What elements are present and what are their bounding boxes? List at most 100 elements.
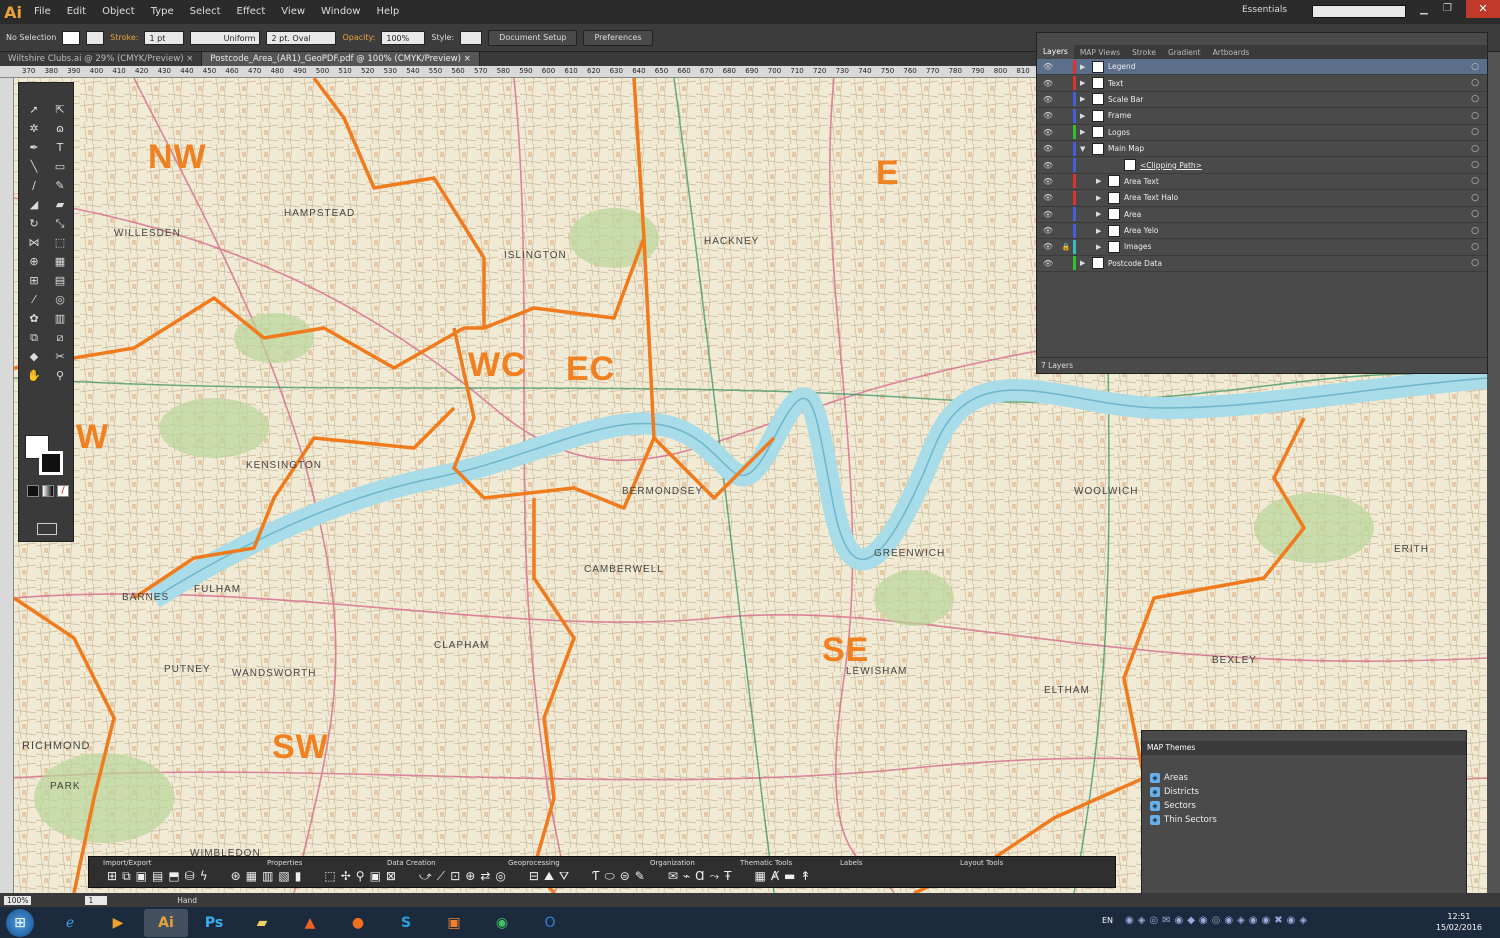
none-button[interactable]: ∕ [57, 485, 69, 497]
database-icon[interactable]: ⛁ [185, 869, 195, 884]
clock[interactable]: 12:51 15/02/2016 [1436, 911, 1482, 933]
stroke-weight-field[interactable]: 1 pt [144, 30, 185, 45]
vlc-icon[interactable]: ▲ [288, 909, 332, 937]
workspace-switcher[interactable]: Essentials [1242, 5, 1287, 15]
green-app-icon[interactable]: ◉ [480, 909, 524, 937]
thematic-chart-icon[interactable]: ⊜ [620, 869, 630, 884]
gradient-icon[interactable]: ▤ [49, 272, 71, 289]
layer-row[interactable]: 👁 ▶ Frame ○ [1037, 108, 1487, 125]
label-type-icon[interactable]: Ŧ [724, 869, 731, 884]
menu-edit[interactable]: Edit [59, 0, 94, 24]
tab-stroke[interactable]: Stroke [1126, 48, 1162, 57]
media-player-icon[interactable]: ▶ [96, 909, 140, 937]
perspective-icon[interactable]: ▦ [49, 253, 71, 270]
pin-icon[interactable]: ⚲ [356, 869, 365, 884]
firefox-icon[interactable]: ● [336, 909, 380, 937]
blob-brush-icon[interactable]: ◢ [23, 196, 45, 213]
eraser-tool-icon[interactable]: ◆ [23, 348, 45, 365]
lasso-icon[interactable]: ɷ [49, 120, 71, 137]
layer-row[interactable]: 👁 ▶ Area ○ [1037, 207, 1487, 223]
map-views-icon[interactable]: ⛰ [544, 869, 554, 884]
close-icon[interactable]: ✕ [1466, 0, 1500, 18]
opacity-label[interactable]: Opacity: [342, 33, 375, 42]
eyedropper-icon[interactable]: ⁄ [23, 291, 45, 308]
import-data-icon[interactable]: ▣ [136, 869, 147, 884]
tray-icons[interactable]: ◉◈◎✉◉◆◉◎◉◈◉◉✖◉◈ [1125, 915, 1311, 926]
layer-row[interactable]: 👁 ▶ Text ○ [1037, 75, 1487, 92]
visibility-eye-icon[interactable]: 👁 [1037, 259, 1059, 268]
expand-triangle-icon[interactable]: ▼ [1080, 145, 1092, 153]
outlook-icon[interactable]: O [528, 909, 572, 937]
thematic-pen-icon[interactable]: ✎ [635, 869, 645, 884]
line-tool-icon[interactable]: ╲ [23, 158, 45, 175]
target-icon[interactable]: ○ [1463, 127, 1487, 137]
target-icon[interactable]: ○ [1463, 209, 1487, 219]
lock-icon[interactable]: 🔒 [1059, 243, 1073, 251]
expand-triangle-icon[interactable]: ▶ [1096, 243, 1108, 251]
free-transform-icon[interactable]: ⬚ [49, 234, 71, 251]
layer-row[interactable]: 👁 ▶ Postcode Data ○ [1037, 256, 1487, 273]
target-icon[interactable]: ○ [1463, 78, 1487, 88]
tab-layers[interactable]: Layers [1037, 45, 1074, 59]
target-icon[interactable]: ○ [1463, 258, 1487, 268]
select-attr-icon[interactable]: ▧ [278, 869, 289, 884]
rectangle-tool-icon[interactable]: ▭ [49, 158, 71, 175]
clip-icon[interactable]: ⊡ [450, 869, 460, 884]
layer-row[interactable]: 👁 ▶ Area Yelo ○ [1037, 223, 1487, 240]
layout-grid-icon[interactable]: ▦ [754, 869, 765, 884]
grid-icon[interactable]: ⊠ [386, 869, 396, 884]
properties-icon[interactable]: ⊛ [231, 869, 241, 884]
pencil-icon[interactable]: ✎ [49, 177, 71, 194]
photoshop-icon[interactable]: Ps [192, 909, 236, 937]
stroke-label[interactable]: Stroke: [110, 33, 138, 42]
label-icon[interactable]: ✉ [668, 869, 678, 884]
bolt-icon[interactable]: ϟ [200, 869, 208, 884]
gradient-button[interactable] [42, 485, 54, 497]
target-icon[interactable]: ○ [1463, 111, 1487, 121]
export-image-icon[interactable]: ⬒ [168, 869, 179, 884]
mesh-icon[interactable]: ⊞ [23, 272, 45, 289]
line-icon[interactable]: ⟋ [437, 869, 445, 884]
visibility-eye-icon[interactable]: 👁 [1037, 161, 1059, 170]
skype-icon[interactable]: S [384, 909, 428, 937]
visibility-eye-icon[interactable]: 👁 [1037, 226, 1059, 235]
slice-icon[interactable]: ⧄ [49, 329, 71, 346]
visibility-eye-icon[interactable]: 👁 [1037, 111, 1059, 120]
visibility-eye-icon[interactable]: 👁 [1037, 62, 1059, 71]
menu-effect[interactable]: Effect [229, 0, 274, 24]
scale-bar-icon[interactable]: ▬ [784, 869, 795, 884]
rotate-icon[interactable]: ↻ [23, 215, 45, 232]
layer-row[interactable]: 👁 🔒 ▶ Images ○ [1037, 239, 1487, 256]
document-setup-button[interactable]: Document Setup [488, 29, 578, 46]
visibility-eye-icon[interactable]: 👁 [1037, 128, 1059, 137]
opacity-field[interactable]: 100% [381, 30, 426, 45]
organize-icon[interactable]: ⊟ [529, 869, 539, 884]
layer-row[interactable]: 👁 ▶ Legend ○ [1037, 59, 1487, 76]
expand-triangle-icon[interactable]: ▶ [1080, 79, 1092, 87]
target-icon[interactable]: ○ [1463, 62, 1487, 72]
start-button-icon[interactable]: ⊞ [6, 908, 34, 937]
menu-window[interactable]: Window [313, 0, 368, 24]
visibility-eye-icon[interactable]: 👁 [1037, 144, 1059, 153]
expand-triangle-icon[interactable]: ▶ [1080, 259, 1092, 267]
north-arrow-icon[interactable]: ↟ [800, 869, 810, 884]
close-tab-icon[interactable]: × [464, 54, 471, 64]
artboard-icon[interactable]: ⧉ [23, 329, 45, 346]
menu-file[interactable]: File [26, 0, 59, 24]
menu-help[interactable]: Help [368, 0, 407, 24]
visibility-eye-icon[interactable]: 👁 [1037, 79, 1059, 88]
maximize-icon[interactable]: ❐ [1443, 3, 1452, 14]
minimize-icon[interactable]: ▁ [1420, 4, 1428, 15]
stroke-swatch[interactable] [86, 30, 105, 45]
visibility-eye-icon[interactable]: 👁 [1037, 177, 1059, 186]
tab-artboards[interactable]: Artboards [1207, 48, 1256, 57]
table-data-icon[interactable]: ▣ [370, 869, 381, 884]
column-graph-icon[interactable]: ▥ [49, 310, 71, 327]
list-icon[interactable]: ▮ [295, 869, 302, 884]
thematic-style-icon[interactable]: ⬭ [604, 869, 614, 884]
layer-org-icon[interactable]: ⛛ [559, 869, 569, 884]
layer-row[interactable]: 👁 ▼ Main Map ○ [1037, 141, 1487, 158]
visibility-eye-icon[interactable]: 👁 [1037, 242, 1059, 251]
import-icon[interactable]: ⊞ [107, 869, 117, 884]
expand-triangle-icon[interactable]: ▶ [1080, 63, 1092, 71]
